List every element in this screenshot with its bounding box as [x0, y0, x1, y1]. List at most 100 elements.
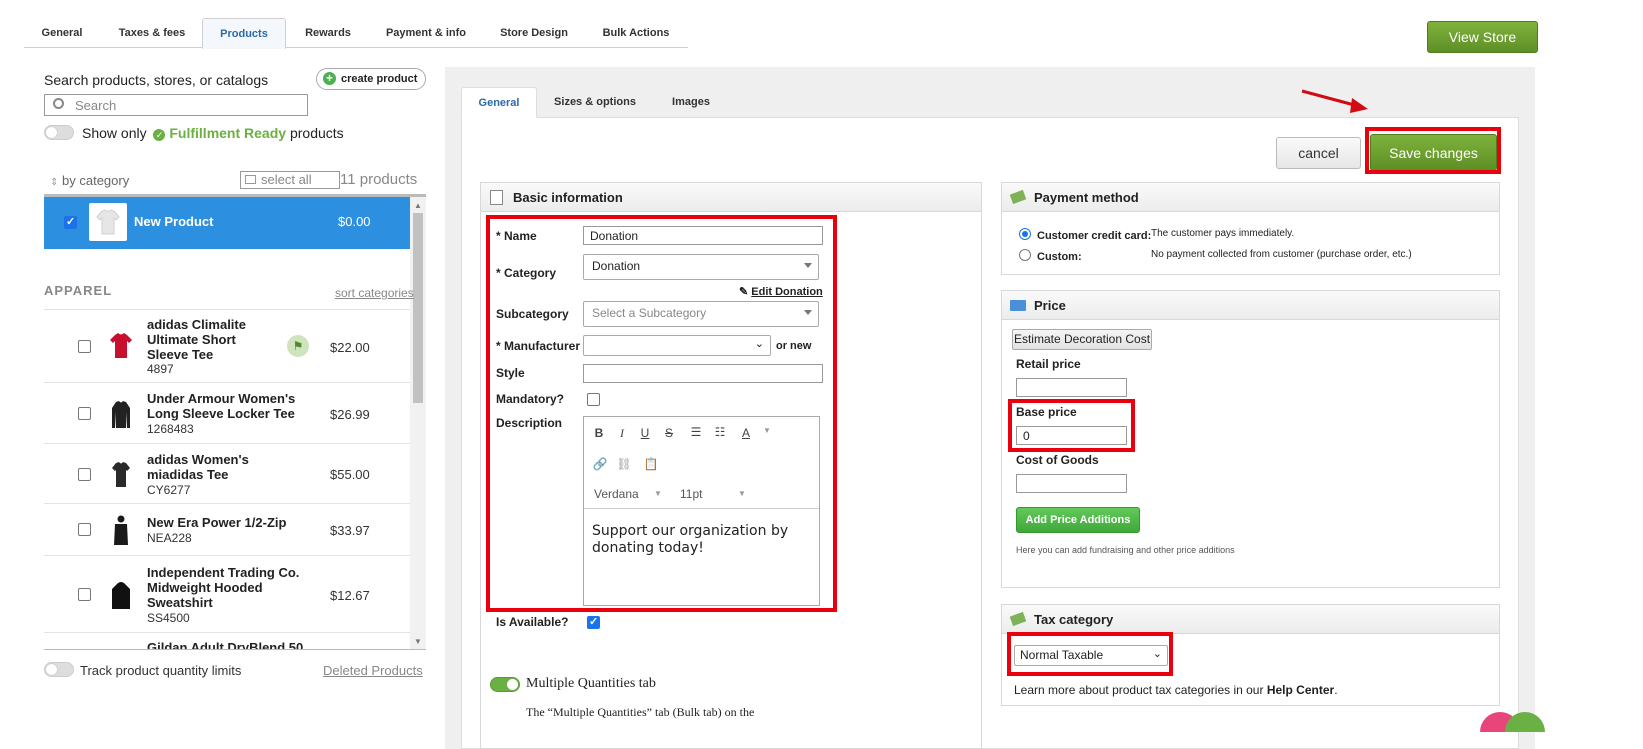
manufacturer-select[interactable]: ⌄ — [583, 335, 771, 356]
font-family-select[interactable]: Verdana — [594, 487, 639, 501]
product-price: $26.99 — [330, 407, 370, 422]
custom-label: Custom: — [1037, 251, 1082, 263]
subcategory-select[interactable]: Select a Subcategory — [583, 301, 819, 327]
category-value: Donation — [592, 259, 641, 273]
base-price-input[interactable] — [1016, 426, 1127, 445]
custom-radio[interactable] — [1019, 249, 1031, 261]
style-label: Style — [496, 366, 525, 380]
numbered-list-icon[interactable]: ☷ — [711, 425, 729, 439]
category-select[interactable]: Donation — [583, 254, 819, 280]
product-checkbox[interactable] — [78, 407, 91, 420]
strikethrough-icon[interactable]: S — [660, 426, 678, 440]
subtab-divider — [727, 117, 1519, 118]
tax-help-text: Learn more about product tax categories … — [1014, 683, 1338, 697]
product-checkbox[interactable] — [78, 523, 91, 536]
product-name: adidas Climalite Ultimate Short Sleeve T… — [147, 317, 246, 362]
text-color-icon[interactable]: A — [737, 426, 755, 440]
tax-category-header: Tax category — [1002, 605, 1499, 634]
bullet-list-icon[interactable]: ☰ — [687, 425, 705, 439]
description-text[interactable]: Support our organization by donating tod… — [592, 523, 812, 557]
unlink-icon[interactable]: ⛓ — [615, 457, 633, 471]
tax-category-value: Normal Taxable — [1020, 648, 1104, 662]
product-price: $22.00 — [330, 340, 370, 355]
credit-card-icon — [1010, 300, 1026, 311]
italic-icon[interactable]: I — [613, 426, 631, 441]
scroll-down-icon[interactable]: ▼ — [414, 637, 422, 646]
product-checkbox[interactable] — [78, 588, 91, 601]
product-row[interactable]: New Era Power 1/2-Zip NEA228 $33.97 — [44, 505, 410, 556]
track-quantity-label: Track product quantity limits — [80, 663, 242, 678]
multiple-quantities-toggle[interactable] — [490, 677, 520, 692]
product-name: adidas Women's miadidas Tee — [147, 452, 249, 482]
description-label: Description — [496, 416, 563, 430]
flag-icon: ⚑ — [287, 335, 309, 357]
credit-card-label: Customer credit card: — [1037, 230, 1152, 242]
product-checkbox[interactable] — [78, 340, 91, 353]
paste-icon[interactable]: 📋 — [642, 457, 660, 471]
product-row[interactable]: Independent Trading Co. Midweight Hooded… — [44, 557, 410, 633]
product-checkbox[interactable] — [78, 468, 91, 481]
pencil-icon: ✎ — [739, 286, 749, 298]
product-name: Under Armour Women's Long Sleeve Locker … — [147, 391, 296, 421]
estimate-decoration-button[interactable]: Estimate Decoration Cost — [1012, 329, 1152, 350]
scrollbar-thumb[interactable] — [413, 213, 423, 403]
edit-category-label: Edit Donation — [751, 286, 823, 298]
manufacturer-label: * Manufacturer — [496, 339, 581, 353]
edit-category-link[interactable]: ✎ Edit Donation — [739, 285, 823, 298]
bold-icon[interactable]: B — [590, 426, 608, 440]
product-list-scrollbar[interactable]: ▲ ▼ — [410, 197, 426, 649]
credit-card-radio[interactable] — [1019, 228, 1031, 240]
view-store-button[interactable]: View Store — [1427, 21, 1538, 53]
subcategory-label: Subcategory — [496, 307, 569, 321]
subtab-sizes-options[interactable]: Sizes & options — [545, 87, 645, 118]
scroll-up-icon[interactable]: ▲ — [414, 201, 422, 210]
is-available-label: Is Available? — [496, 615, 569, 629]
chevron-down-icon[interactable]: ▼ — [758, 426, 776, 435]
subtab-general[interactable]: General — [461, 87, 537, 118]
shirt-thumbnail-icon — [110, 333, 132, 358]
basic-info-header: Basic information — [481, 183, 981, 212]
product-row[interactable]: Gildan Adult DryBlend 50 — [44, 634, 410, 649]
cancel-button[interactable]: cancel — [1276, 137, 1361, 169]
help-center-link[interactable]: Help Center — [1267, 683, 1334, 697]
or-new-link[interactable]: or new — [776, 340, 811, 352]
mandatory-checkbox[interactable] — [587, 393, 600, 406]
product-row[interactable]: Under Armour Women's Long Sleeve Locker … — [44, 384, 410, 444]
cost-of-goods-label: Cost of Goods — [1016, 453, 1099, 467]
tax-category-title: Tax category — [1034, 612, 1114, 627]
mandatory-label: Mandatory? — [496, 392, 565, 406]
subtab-images[interactable]: Images — [655, 87, 727, 118]
track-quantity-toggle[interactable] — [44, 662, 74, 677]
hoodie-thumbnail-icon — [112, 582, 130, 609]
tax-category-select[interactable]: Normal Taxable ⌄ — [1014, 645, 1168, 666]
product-sku: SS4500 — [147, 611, 190, 625]
list-bottom-divider — [44, 649, 426, 650]
font-size-select[interactable]: 11pt — [680, 487, 702, 501]
retail-price-input[interactable] — [1016, 378, 1127, 397]
category-label: * Category — [496, 266, 557, 280]
add-price-additions-button[interactable]: Add Price Additions — [1016, 507, 1140, 533]
price-header: Price — [1002, 291, 1499, 320]
tab-store-design[interactable]: Store Design — [486, 18, 582, 48]
product-name: Independent Trading Co. Midweight Hooded… — [147, 565, 300, 610]
style-input[interactable] — [583, 364, 823, 383]
product-row[interactable]: adidas Women's miadidas Tee CY6277 $55.0… — [44, 445, 410, 504]
cost-of-goods-input[interactable] — [1016, 474, 1127, 493]
link-icon[interactable]: 🔗 — [591, 457, 609, 471]
subcategory-placeholder: Select a Subcategory — [592, 306, 707, 320]
deleted-products-link[interactable]: Deleted Products — [323, 663, 423, 678]
name-input[interactable] — [583, 226, 823, 245]
name-label: * Name — [496, 229, 537, 243]
product-price: $12.67 — [330, 588, 370, 603]
money-icon — [1009, 611, 1027, 627]
shirt-thumbnail-icon — [112, 462, 130, 487]
is-available-checkbox[interactable] — [587, 615, 600, 629]
save-changes-button[interactable]: Save changes — [1370, 134, 1497, 171]
underline-icon[interactable]: U — [636, 426, 654, 440]
product-row[interactable]: adidas Climalite Ultimate Short Sleeve T… — [44, 310, 410, 383]
chevron-down-icon: ⌄ — [754, 338, 764, 350]
person-thumbnail-icon — [114, 515, 128, 545]
tab-bulk-actions[interactable]: Bulk Actions — [590, 18, 682, 48]
price-title: Price — [1034, 298, 1066, 313]
payment-method-header: Payment method — [1002, 183, 1499, 212]
